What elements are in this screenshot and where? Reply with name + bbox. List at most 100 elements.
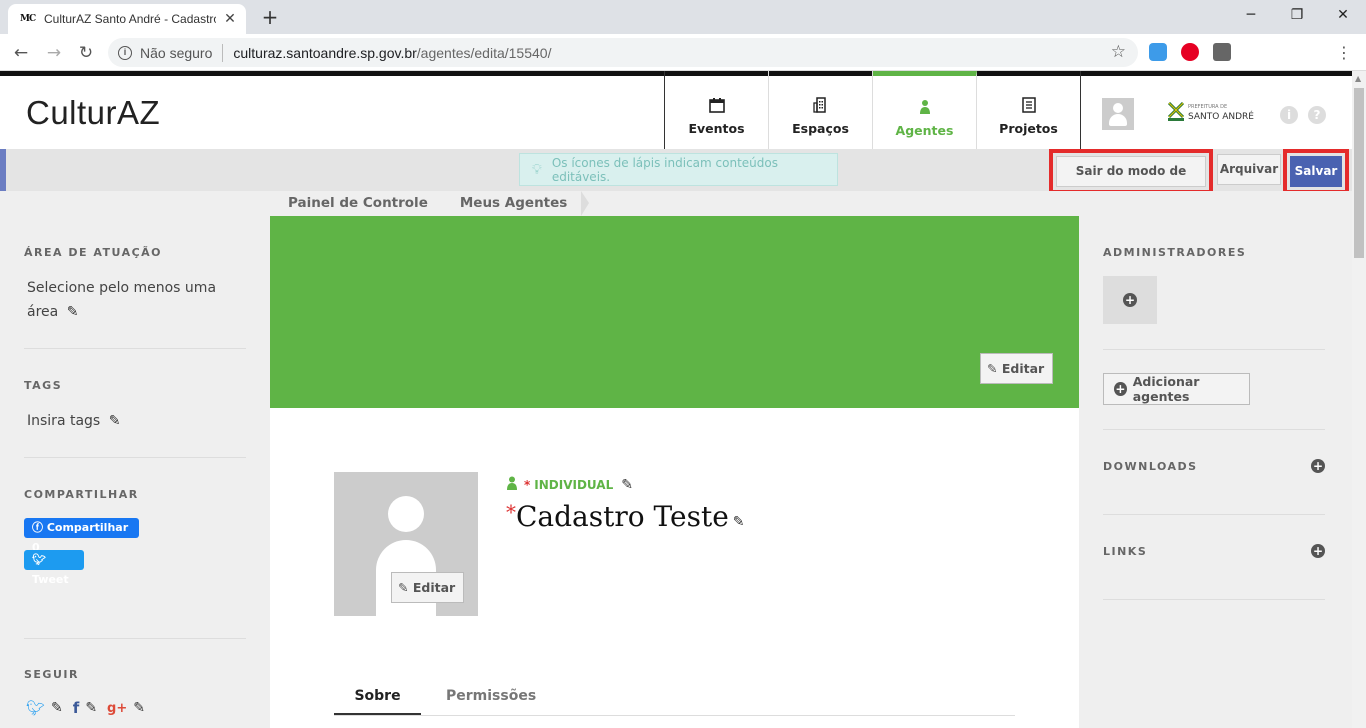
- calendar-icon: [708, 97, 725, 117]
- tab-permissoes[interactable]: Permissões: [446, 684, 536, 715]
- pencil-icon[interactable]: ✎: [733, 514, 745, 530]
- lightbulb-icon: 💡︎: [532, 161, 542, 178]
- tab-title: CulturAZ Santo André - Cadastro: [44, 12, 216, 26]
- area-title: ÁREA DE ATUAÇÃO: [24, 246, 163, 259]
- follow-links: 🐦︎ ✎ f ✎ g+ ✎: [26, 699, 145, 717]
- add-agents-button[interactable]: + Adicionar agentes: [1103, 373, 1250, 405]
- add-download-icon[interactable]: +: [1311, 459, 1325, 473]
- tweet-button[interactable]: 🐦︎ Tweet: [24, 550, 84, 586]
- building-icon: [812, 96, 829, 117]
- nav-espacos[interactable]: Espaços: [769, 71, 873, 153]
- add-agents-label: Adicionar agentes: [1132, 374, 1200, 404]
- url-path: /agentes/edita/15540/: [416, 44, 552, 61]
- tab-sobre[interactable]: Sobre: [334, 684, 421, 715]
- url-host: culturaz.santoandre.sp.gov.br: [233, 44, 417, 61]
- agent-type[interactable]: * INDIVIDUAL ✎: [506, 476, 633, 493]
- omnibox-divider: [222, 43, 224, 62]
- minimize-icon[interactable]: ─: [1228, 0, 1274, 30]
- prefeitura-small: PREFEITURA DE: [1188, 104, 1228, 110]
- info-circle-icon[interactable]: i: [1280, 106, 1298, 124]
- site-header: CulturAZ Eventos Espaços Agentes Projeto…: [0, 71, 1352, 153]
- area-field[interactable]: Selecione pelo menos uma área ✎: [27, 276, 216, 324]
- address-bar[interactable]: i Não seguro culturaz.santoandre.sp.gov.…: [108, 38, 1138, 67]
- page-scrollbar[interactable]: ▲: [1352, 71, 1366, 728]
- add-admin-slot[interactable]: +: [1103, 276, 1157, 324]
- plus-circle-icon: +: [1123, 293, 1137, 307]
- edit-cover-button[interactable]: ✎ Editar: [980, 353, 1054, 384]
- browser-tab[interactable]: MC CulturAZ Santo André - Cadastro ✕: [8, 4, 246, 34]
- agent-tabs: Sobre Permissões: [334, 684, 1015, 716]
- extensions-puzzle-icon[interactable]: [1213, 43, 1231, 61]
- pencil-icon[interactable]: ✎: [67, 300, 79, 324]
- prefeitura-logo[interactable]: PREFEITURA DE SANTO ANDRÉ: [1167, 101, 1254, 122]
- agent-name[interactable]: *Cadastro Teste ✎: [506, 500, 745, 533]
- required-asterisk: *: [506, 500, 516, 524]
- twitter-icon[interactable]: 🐦︎: [26, 699, 45, 717]
- scroll-up-icon[interactable]: ▲: [1355, 74, 1361, 83]
- agent-main: ✎ Editar ✎ Editar * INDIVIDUAL ✎ *Cadast…: [270, 216, 1079, 728]
- archive-button[interactable]: Arquivar: [1217, 154, 1281, 185]
- edit-mode-bar: 💡︎ Os ícones de lápis indicam conteúdos …: [0, 149, 1352, 207]
- agent-avatar: ✎ Editar: [334, 472, 478, 616]
- add-link-icon[interactable]: +: [1311, 544, 1325, 558]
- edit-avatar-button[interactable]: ✎ Editar: [391, 572, 465, 603]
- main-nav: Eventos Espaços Agentes Projetos: [664, 71, 1081, 153]
- downloads-title: DOWNLOADS: [1103, 460, 1198, 473]
- nav-label: Agentes: [895, 123, 954, 138]
- info-icon[interactable]: i: [118, 45, 132, 60]
- save-button[interactable]: Salvar: [1283, 149, 1349, 194]
- plus-circle-icon: +: [1114, 382, 1127, 396]
- prefeitura-emblem-icon: [1167, 101, 1185, 122]
- breadcrumb-item[interactable]: Painel de Controle: [270, 191, 450, 216]
- googleplus-icon[interactable]: g+: [107, 701, 127, 716]
- security-label: Não seguro: [140, 44, 213, 61]
- help-circle-icon[interactable]: ?: [1308, 106, 1326, 124]
- bookmark-star-icon[interactable]: ☆: [1111, 42, 1126, 62]
- tags-field[interactable]: Insira tags ✎: [27, 409, 120, 433]
- pencil-icon[interactable]: ✎: [85, 700, 97, 716]
- divider: [24, 457, 246, 458]
- nav-projetos[interactable]: Projetos: [977, 71, 1081, 153]
- back-icon[interactable]: ←: [8, 40, 34, 66]
- pencil-icon: ✎: [398, 580, 413, 595]
- edit-cover-label: Editar: [1001, 361, 1045, 376]
- forward-icon[interactable]: →: [41, 40, 67, 66]
- person-icon: [506, 476, 518, 493]
- left-sidebar: ÁREA DE ATUAÇÃO Selecione pelo menos uma…: [0, 191, 270, 728]
- nav-agentes[interactable]: Agentes: [873, 71, 977, 153]
- maximize-icon[interactable]: ❐: [1274, 0, 1320, 30]
- share-title: COMPARTILHAR: [24, 488, 139, 501]
- nav-eventos[interactable]: Eventos: [665, 71, 769, 153]
- browser-menu-icon[interactable]: ⋮: [1336, 40, 1352, 66]
- exit-edit-mode-button[interactable]: Sair do modo de edição: [1049, 149, 1213, 207]
- pinterest-icon[interactable]: [1181, 43, 1199, 61]
- tags-text: Insira tags: [27, 413, 101, 429]
- pencil-icon: ✎: [987, 361, 1002, 376]
- save-label: Salvar: [1290, 156, 1342, 187]
- facebook-icon[interactable]: f: [73, 699, 80, 717]
- edit-avatar-label: Editar: [412, 580, 456, 595]
- divider: [24, 638, 246, 639]
- edit-hint-text: Os ícones de lápis indicam conteúdos edi…: [551, 155, 778, 184]
- breadcrumb-item[interactable]: Meus Agentes: [441, 191, 590, 216]
- agent-type-label: INDIVIDUAL: [534, 477, 614, 492]
- close-tab-icon[interactable]: ✕: [222, 11, 238, 27]
- facebook-share-button[interactable]: ⓕ Compartilhar 0: [24, 518, 139, 554]
- twitter-bird-icon: 🐦︎: [32, 553, 46, 566]
- pencil-icon[interactable]: ✎: [133, 700, 145, 716]
- person-icon: [917, 99, 933, 119]
- new-tab-button[interactable]: +: [258, 6, 282, 30]
- divider: [1103, 514, 1325, 515]
- cloud-extension-icon[interactable]: [1149, 43, 1167, 61]
- pencil-icon[interactable]: ✎: [109, 409, 121, 433]
- window-close-icon[interactable]: ✕: [1320, 0, 1366, 30]
- user-avatar[interactable]: [1102, 98, 1134, 130]
- pencil-icon[interactable]: ✎: [51, 700, 63, 716]
- reload-icon[interactable]: ↻: [73, 40, 99, 66]
- admins-title: ADMINISTRADORES: [1103, 246, 1247, 259]
- browser-tabstrip: MC CulturAZ Santo André - Cadastro ✕ + ─…: [0, 0, 1366, 34]
- pencil-icon[interactable]: ✎: [621, 477, 633, 493]
- scrollbar-thumb[interactable]: [1354, 88, 1364, 258]
- site-logo[interactable]: CulturAZ: [26, 94, 160, 132]
- divider: [1103, 599, 1325, 600]
